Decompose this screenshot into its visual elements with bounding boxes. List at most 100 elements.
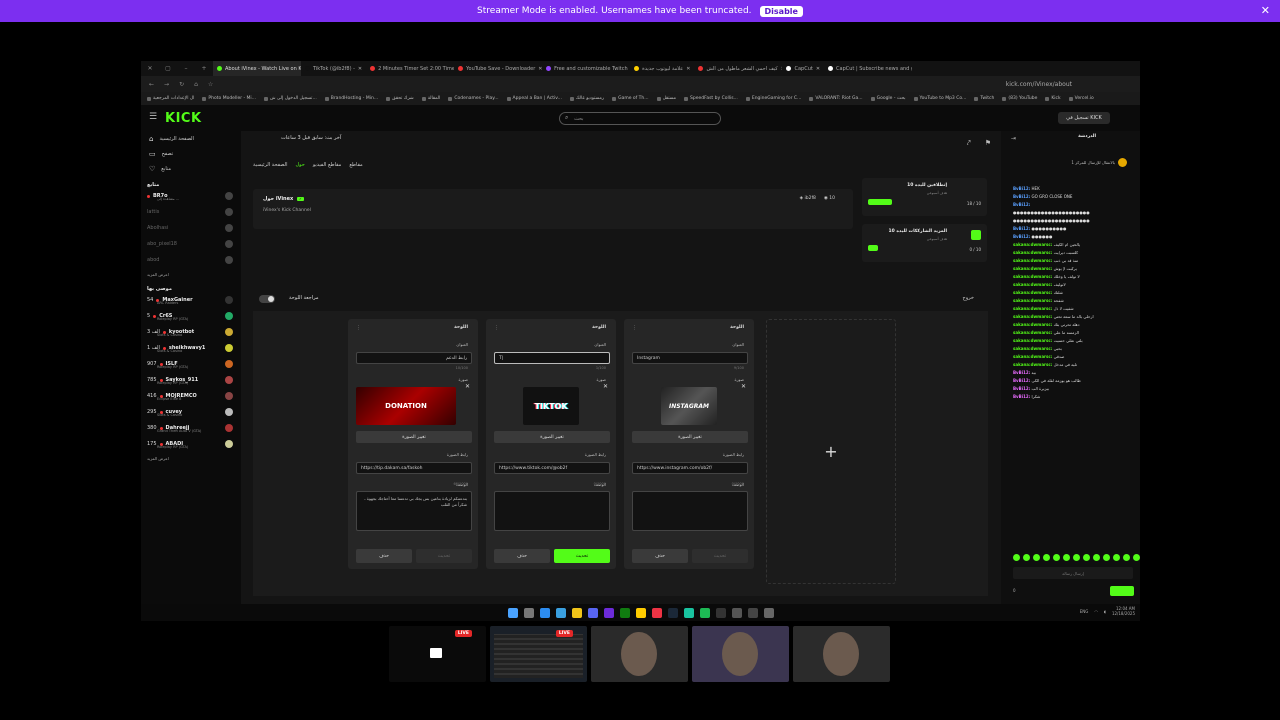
chat-username[interactable]: sakana:dwmarsc: bbox=[1013, 354, 1052, 359]
url-field[interactable]: kick.com/iVinex/about bbox=[1006, 81, 1072, 88]
bookmark-item[interactable]: مستقل bbox=[657, 96, 676, 101]
chat-username[interactable]: BvBi12: bbox=[1013, 202, 1030, 207]
steam-icon[interactable] bbox=[667, 607, 678, 618]
bookmark-item[interactable]: Twitch bbox=[974, 96, 994, 101]
bookmark-item[interactable]: Vercel.io bbox=[1069, 96, 1094, 101]
volume-icon[interactable]: ◖ bbox=[1104, 609, 1106, 614]
emote-icon[interactable] bbox=[1083, 554, 1090, 561]
chat-username[interactable]: sakana:dwmarsc: bbox=[1013, 314, 1052, 319]
channel-tab[interactable]: الصفحة الرئيسية bbox=[253, 162, 288, 168]
delete-button[interactable]: حذف bbox=[632, 549, 688, 563]
chat-username[interactable]: BvBi12: bbox=[1013, 186, 1030, 191]
forward-icon[interactable]: → bbox=[164, 81, 169, 88]
panel-description-input[interactable]: بتدعمكم لزيادة بتاعين بس يجك بي تدعمنا م… bbox=[356, 491, 472, 531]
browser-tab[interactable]: CapCut ✕ bbox=[782, 61, 824, 76]
app-icon[interactable] bbox=[747, 607, 758, 618]
emote-icon[interactable] bbox=[1073, 554, 1080, 561]
sidebar-channel[interactable]: 416 MOJREMCO Eclipse Elite 8 bbox=[141, 388, 241, 404]
sidebar-channel[interactable]: 54 MaxGainer ARC Raiders bbox=[141, 292, 241, 308]
change-image-button[interactable]: تغيير الصورة bbox=[356, 431, 472, 443]
bookmark-item[interactable]: SpeedFast by Collis... bbox=[684, 96, 738, 101]
drag-handle-icon[interactable]: ⋮ bbox=[356, 325, 361, 331]
participant-tile[interactable]: LIVE bbox=[490, 626, 587, 682]
bookmark-item[interactable]: رمستوديو غالك bbox=[570, 96, 604, 101]
sidebar-channel[interactable]: lattis bbox=[141, 204, 241, 220]
panel-title-input[interactable]: Instagram bbox=[632, 352, 748, 364]
participant-tile[interactable] bbox=[793, 626, 890, 682]
sidebar-channel[interactable]: 175 ABADI Roleplay RP (GTA) bbox=[141, 436, 241, 452]
obs-icon[interactable] bbox=[715, 607, 726, 618]
sidebar-channel[interactable]: Abolhasi bbox=[141, 220, 241, 236]
bookmark-item[interactable]: Game of Th... bbox=[612, 96, 649, 101]
login-button[interactable]: تسجيل في KICK bbox=[1058, 112, 1110, 124]
emote-icon[interactable] bbox=[1013, 554, 1020, 561]
browser-tab[interactable]: كيف احمي الشعر ماطول من الش✕ bbox=[694, 61, 782, 76]
chat-username[interactable]: sakana:dwmarsc: bbox=[1013, 362, 1052, 367]
bookmark-item[interactable]: تسجيل الدخول إلى ش... bbox=[264, 96, 317, 101]
remove-image-icon[interactable]: ✕ bbox=[741, 383, 746, 390]
app-icon[interactable] bbox=[763, 607, 774, 618]
chat-username[interactable]: BvBi12: bbox=[1013, 194, 1030, 199]
kick-logo[interactable]: KICK bbox=[165, 111, 202, 126]
sidebar-nav-item[interactable]: ⌂ الصفحة الرئيسية bbox=[141, 131, 241, 146]
chat-input[interactable]: إرسال رسالة bbox=[1013, 567, 1133, 579]
emote-icon[interactable] bbox=[1063, 554, 1070, 561]
update-button[interactable]: تحديث bbox=[416, 549, 472, 563]
sidebar-channel[interactable]: 785 Saykos_911 Roleplay RP (GTA) bbox=[141, 372, 241, 388]
panel-link-input[interactable]: https://www.instagram.com/ob2f/ bbox=[632, 462, 748, 474]
chat-username[interactable]: BvBi12: bbox=[1013, 226, 1030, 231]
search-task-icon[interactable] bbox=[523, 607, 534, 618]
tab-close-icon[interactable]: ✕ bbox=[816, 66, 820, 72]
star-icon[interactable]: ☆ bbox=[208, 81, 213, 88]
chat-username[interactable]: sakana:dwmarsc: bbox=[1013, 242, 1052, 247]
emote-icon[interactable] bbox=[1103, 554, 1110, 561]
update-button[interactable]: تحديث bbox=[554, 549, 610, 563]
bookmark-item[interactable]: VALORANT: Riot Ga... bbox=[809, 96, 862, 101]
add-panel-button[interactable]: + bbox=[766, 319, 896, 584]
emote-icon[interactable] bbox=[1093, 554, 1100, 561]
emote-icon[interactable] bbox=[1043, 554, 1050, 561]
spotify-icon[interactable] bbox=[699, 607, 710, 618]
disable-button[interactable]: Disable bbox=[759, 5, 803, 17]
edge-icon[interactable] bbox=[539, 607, 550, 618]
app-icon[interactable] bbox=[683, 607, 694, 618]
remove-image-icon[interactable]: ✕ bbox=[465, 383, 470, 390]
chat-username[interactable]: BvBi12: bbox=[1013, 386, 1030, 391]
home-icon[interactable]: ⌂ bbox=[194, 81, 198, 88]
sidebar-channel[interactable]: 295 cuvey Slots & Casino bbox=[141, 404, 241, 420]
discord-icon[interactable] bbox=[587, 607, 598, 618]
channel-tab[interactable]: مقاطع الفيديو bbox=[313, 162, 342, 168]
close-window-icon[interactable]: ✕ bbox=[141, 65, 159, 72]
chrome-icon[interactable] bbox=[635, 607, 646, 618]
app-icon[interactable] bbox=[731, 607, 742, 618]
sidebar-channel[interactable]: BR7o مشاهدة إلى ... bbox=[141, 188, 241, 204]
chat-username[interactable]: sakana:dwmarsc: bbox=[1013, 322, 1052, 327]
participant-tile[interactable] bbox=[692, 626, 789, 682]
emote-icon[interactable] bbox=[1033, 554, 1040, 561]
minimize-icon[interactable]: – bbox=[177, 65, 195, 72]
review-toggle[interactable] bbox=[259, 295, 275, 303]
report-icon[interactable]: ⚑ bbox=[985, 139, 991, 148]
chat-username[interactable]: sakana:dwmarsc: bbox=[1013, 346, 1052, 351]
delete-button[interactable]: حذف bbox=[356, 549, 412, 563]
emote-icon[interactable] bbox=[1053, 554, 1060, 561]
change-image-button[interactable]: تغيير الصورة bbox=[494, 431, 610, 443]
chat-username[interactable]: sakana:dwmarsc: bbox=[1013, 330, 1052, 335]
recommended-show-more[interactable]: اعرض المزيد bbox=[141, 452, 241, 464]
chat-username[interactable]: BvBi12: bbox=[1013, 234, 1030, 239]
bookmark-item[interactable]: (83) YouTube bbox=[1002, 96, 1037, 101]
chat-username[interactable]: BvBi12: bbox=[1013, 378, 1030, 383]
back-icon[interactable]: ← bbox=[149, 81, 154, 88]
bookmark-item[interactable]: BrandHosting - Min... bbox=[325, 96, 378, 101]
chat-username[interactable]: sakana:dwmarsc: bbox=[1013, 250, 1052, 255]
tab-close-icon[interactable]: ✕ bbox=[358, 66, 362, 72]
bookmark-item[interactable]: YouTube to Mp3 Co... bbox=[914, 96, 967, 101]
update-button[interactable]: تحديث bbox=[692, 549, 748, 563]
app-icon[interactable] bbox=[651, 607, 662, 618]
participant-tile[interactable] bbox=[591, 626, 688, 682]
chat-username[interactable]: sakana:dwmarsc: bbox=[1013, 266, 1052, 271]
app-icon[interactable] bbox=[555, 607, 566, 618]
panel-description-input[interactable] bbox=[494, 491, 610, 531]
drag-handle-icon[interactable]: ⋮ bbox=[494, 325, 499, 331]
share-icon[interactable]: ⤤ bbox=[967, 139, 971, 148]
